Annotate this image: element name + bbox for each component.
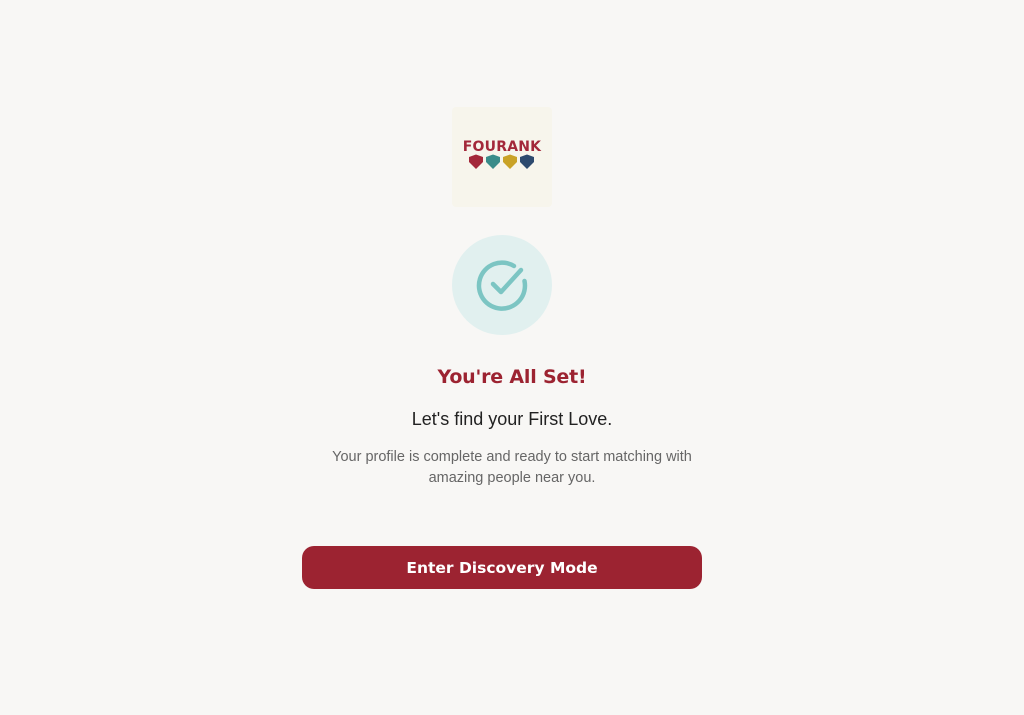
brand-wordmark: FOURANK xyxy=(462,139,542,155)
check-circle-icon xyxy=(476,260,528,311)
completion-screen: FOURANK You're All Set! Let's find your … xyxy=(0,0,1024,715)
page-title: You're All Set! xyxy=(437,366,587,388)
page-subtitle: Let's find your First Love. xyxy=(411,409,613,429)
heart-gold-icon xyxy=(503,154,517,169)
heart-red-icon xyxy=(469,154,483,169)
heart-navy-icon xyxy=(520,154,534,169)
page-description: Your profile is complete and ready to st… xyxy=(332,449,692,486)
hearts-icon xyxy=(469,154,534,169)
enter-discovery-mode-button[interactable]: Enter Discovery Mode xyxy=(302,546,702,589)
brand-logo: FOURANK xyxy=(452,107,552,207)
success-badge xyxy=(452,235,552,335)
heart-teal-icon xyxy=(486,154,500,169)
